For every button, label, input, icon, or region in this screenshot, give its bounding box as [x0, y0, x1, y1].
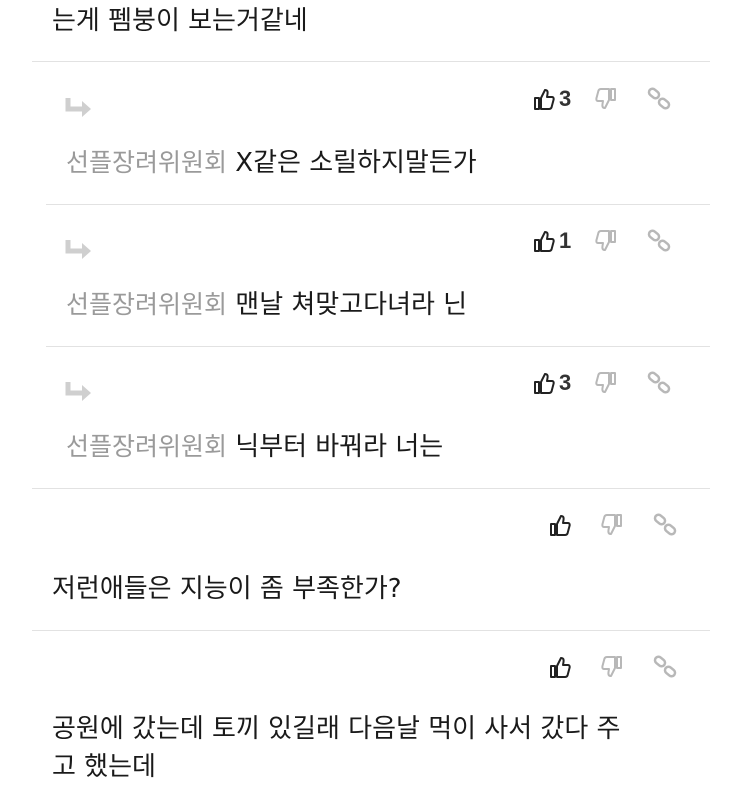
- reply-arrow-icon: [65, 382, 91, 401]
- upvote-count: 1: [559, 228, 572, 253]
- author-name[interactable]: 선플장려위원회: [66, 432, 227, 461]
- thumbs-down-icon: [595, 229, 617, 253]
- link-icon: [653, 513, 677, 537]
- comment-actions: 1: [533, 226, 671, 256]
- reply-text: 맨날 쳐맞고다녀라 닌: [235, 290, 468, 320]
- reply-arrow-icon: [65, 98, 91, 117]
- comment-text-line: 공원에 갔는데 토끼 있길래 다음날 먹이 사서 갔다 주: [52, 714, 621, 744]
- upvote-button[interactable]: [549, 513, 575, 537]
- thumbs-up-icon: [549, 655, 571, 679]
- thumbs-up-icon: [533, 371, 555, 395]
- link-icon: [647, 87, 671, 111]
- link-button[interactable]: [653, 513, 677, 537]
- reply-comment: 1 선플장려위원회 맨날 쳐맞고다녀라 닌: [0, 204, 740, 346]
- upvote-button[interactable]: 1: [533, 228, 571, 254]
- downvote-button[interactable]: [601, 513, 623, 537]
- reply-text: X같은 소릴하지말든가: [235, 148, 477, 178]
- comment-text: 는게 펨붕이 보는거같네: [52, 6, 308, 36]
- link-button[interactable]: [647, 371, 671, 395]
- link-button[interactable]: [653, 655, 677, 679]
- upvote-count: 3: [559, 86, 572, 111]
- thumbs-down-icon: [595, 371, 617, 395]
- thumbs-up-icon: [533, 229, 555, 253]
- reply-comment: 3 선플장려위원회 닉부터 바꿔라 너는: [0, 346, 740, 488]
- reply-body: 선플장려위원회 닉부터 바꿔라 너는: [66, 430, 443, 464]
- comment-actions: [549, 652, 677, 682]
- comment: 저런애들은 지능이 좀 부족한가?: [0, 488, 740, 630]
- thumbs-down-icon: [601, 513, 623, 537]
- downvote-button[interactable]: [595, 371, 617, 395]
- comment-actions: [549, 510, 677, 540]
- downvote-button[interactable]: [595, 229, 617, 253]
- comment-text: 저런애들은 지능이 좀 부족한가?: [52, 574, 402, 604]
- thumbs-down-icon: [601, 655, 623, 679]
- link-icon: [647, 229, 671, 253]
- thumbs-up-icon: [549, 513, 571, 537]
- link-button[interactable]: [647, 229, 671, 253]
- upvote-button[interactable]: 3: [533, 86, 571, 112]
- upvote-count: 3: [559, 370, 572, 395]
- upvote-button[interactable]: 3: [533, 370, 571, 396]
- comment-actions: 3: [533, 84, 671, 114]
- link-icon: [647, 371, 671, 395]
- comment-actions: 3: [533, 368, 671, 398]
- reply-comment: 3 선플장려위원회 X같은 소릴하지말든가: [0, 62, 740, 204]
- author-name[interactable]: 선플장려위원회: [66, 290, 227, 319]
- downvote-button[interactable]: [601, 655, 623, 679]
- author-name[interactable]: 선플장려위원회: [66, 148, 227, 177]
- thumbs-down-icon: [595, 87, 617, 111]
- reply-body: 선플장려위원회 맨날 쳐맞고다녀라 닌: [66, 288, 467, 322]
- upvote-button[interactable]: [549, 655, 575, 679]
- reply-text: 닉부터 바꿔라 너는: [235, 432, 444, 462]
- reply-arrow-icon: [65, 240, 91, 259]
- comment: 공원에 갔는데 토끼 있길래 다음날 먹이 사서 갔다 주 고 했는데: [0, 630, 740, 801]
- thumbs-up-icon: [533, 87, 555, 111]
- comment-text-line: 고 했는데: [52, 752, 156, 782]
- link-button[interactable]: [647, 87, 671, 111]
- reply-body: 선플장려위원회 X같은 소릴하지말든가: [66, 146, 477, 180]
- link-icon: [653, 655, 677, 679]
- downvote-button[interactable]: [595, 87, 617, 111]
